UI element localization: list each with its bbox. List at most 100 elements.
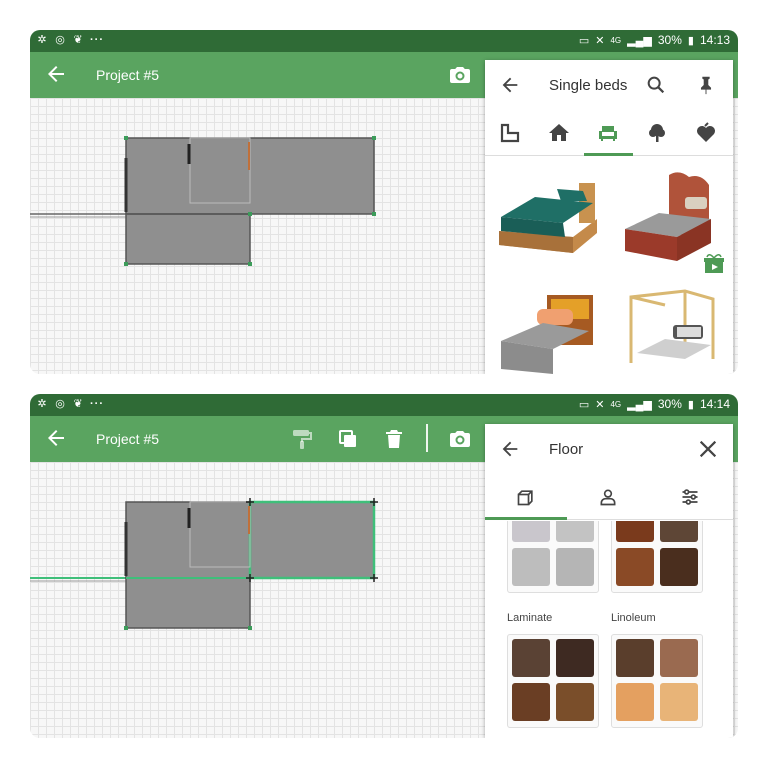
toolbar-divider	[426, 424, 428, 452]
tree-icon	[649, 124, 665, 142]
room-bedroom[interactable]	[250, 138, 374, 214]
status-notifications: ✲ ◎ ❦ ···	[36, 34, 104, 46]
tab-house[interactable]	[544, 118, 574, 148]
swatch[interactable]	[616, 639, 654, 677]
project-title: Project #5	[96, 431, 160, 447]
panel-title: Floor	[549, 441, 584, 458]
instagram-icon: ◎	[55, 398, 65, 410]
search-icon[interactable]	[645, 74, 667, 96]
swatch[interactable]	[660, 639, 698, 677]
close-icon[interactable]	[697, 438, 719, 460]
paint-roller-icon[interactable]	[290, 427, 314, 451]
floor-panel: Floor Laminate Linoleum	[485, 424, 733, 738]
battery-icon: ▮	[687, 398, 694, 411]
person-icon	[600, 489, 616, 506]
leaf-icon: ❦	[73, 398, 83, 410]
swatch[interactable]	[616, 548, 654, 586]
more-notifications: ···	[90, 398, 104, 410]
gift-video-icon[interactable]	[703, 253, 725, 275]
selected-tab-indicator	[584, 153, 633, 156]
more-notifications: ···	[90, 34, 104, 46]
swatch[interactable]	[660, 683, 698, 721]
status-bar: ✲ ◎ ❦ ··· ▭ ✕ 4G ▂▄▆ 30% ▮ 14:14	[30, 394, 738, 416]
back-arrow-icon[interactable]	[499, 438, 521, 460]
swatch[interactable]	[512, 521, 550, 542]
tab-materials[interactable]	[511, 482, 541, 512]
room-outline-icon	[500, 123, 520, 143]
panel-title: Single beds	[549, 77, 628, 94]
bed-canopy[interactable]	[625, 283, 717, 374]
sliders-icon	[682, 489, 698, 505]
bed-orange-pillow[interactable]	[497, 289, 597, 374]
mute-icon: ✕	[595, 34, 605, 47]
back-arrow-icon[interactable]	[44, 62, 68, 86]
texture-cubes-icon	[517, 490, 533, 506]
tab-favorite[interactable]	[691, 118, 721, 148]
network-type: 4G	[610, 35, 622, 45]
tab-person[interactable]	[593, 482, 623, 512]
material-card-linoleum[interactable]	[611, 634, 703, 728]
swatch[interactable]	[512, 639, 550, 677]
instagram-icon: ◎	[55, 34, 65, 46]
category-tabs	[485, 110, 733, 156]
trash-icon[interactable]	[382, 427, 406, 451]
battery-icon: ▮	[687, 34, 694, 47]
tab-settings[interactable]	[675, 482, 705, 512]
project-title: Project #5	[96, 67, 160, 83]
screenshot-top: ✲ ◎ ❦ ··· ▭ ✕ 4G ▂▄▆ 30% ▮ 14:13 Project…	[30, 30, 738, 374]
material-card-parquet[interactable]	[611, 521, 703, 593]
swatch[interactable]	[556, 683, 594, 721]
room-lower[interactable]	[126, 214, 250, 264]
network-type: 4G	[610, 399, 622, 409]
pin-icon[interactable]	[695, 74, 717, 96]
battery-percent: 30%	[657, 33, 682, 47]
cast-icon: ▭	[578, 34, 590, 47]
camera-icon[interactable]	[448, 427, 472, 451]
tab-furniture[interactable]	[593, 118, 623, 148]
clock: 14:14	[699, 397, 730, 411]
signal-icon: ▂▄▆	[627, 34, 652, 47]
camera-icon[interactable]	[448, 63, 472, 87]
swatch[interactable]	[616, 521, 654, 542]
materials-grid: Laminate Linoleum	[485, 521, 733, 738]
aperture-icon: ✲	[37, 398, 47, 410]
swatch[interactable]	[512, 683, 550, 721]
material-card-laminate[interactable]	[507, 634, 599, 728]
status-system: ▭ ✕ 4G ▂▄▆ 30% ▮ 14:13	[579, 33, 730, 47]
heart-icon	[697, 122, 715, 142]
mute-icon: ✕	[595, 398, 605, 411]
battery-percent: 30%	[657, 397, 682, 411]
swatch[interactable]	[660, 521, 698, 542]
duplicate-icon[interactable]	[336, 427, 360, 451]
status-notifications: ✲ ◎ ❦ ···	[36, 398, 104, 410]
swatch[interactable]	[616, 683, 654, 721]
floor-tabs	[485, 474, 733, 520]
aperture-icon: ✲	[37, 34, 47, 46]
room-bedroom-selected[interactable]	[250, 502, 374, 578]
material-card-stone[interactable]	[507, 521, 599, 593]
items-grid	[485, 157, 733, 374]
back-arrow-icon[interactable]	[44, 426, 68, 450]
armchair-icon	[599, 126, 617, 141]
swatch[interactable]	[556, 639, 594, 677]
catalog-panel: Single beds	[485, 60, 733, 374]
swatch[interactable]	[512, 548, 550, 586]
clock: 14:13	[699, 33, 730, 47]
swatch[interactable]	[556, 548, 594, 586]
signal-icon: ▂▄▆	[627, 398, 652, 411]
bed-teal[interactable]	[493, 179, 601, 257]
room-lower[interactable]	[126, 578, 250, 628]
swatch[interactable]	[660, 548, 698, 586]
cast-icon: ▭	[578, 398, 590, 411]
tab-tree[interactable]	[642, 118, 672, 148]
tab-room-outline[interactable]	[495, 118, 525, 148]
screenshot-bottom: ✲ ◎ ❦ ··· ▭ ✕ 4G ▂▄▆ 30% ▮ 14:14 Project…	[30, 394, 738, 738]
category-label-laminate: Laminate	[507, 612, 553, 624]
status-bar: ✲ ◎ ❦ ··· ▭ ✕ 4G ▂▄▆ 30% ▮ 14:13	[30, 30, 738, 52]
swatch[interactable]	[556, 521, 594, 542]
status-system: ▭ ✕ 4G ▂▄▆ 30% ▮ 14:14	[579, 397, 730, 411]
selected-tab-indicator	[485, 517, 567, 520]
back-arrow-icon[interactable]	[499, 74, 521, 96]
category-label-linoleum: Linoleum	[611, 612, 656, 624]
panel-header: Floor	[485, 424, 733, 474]
